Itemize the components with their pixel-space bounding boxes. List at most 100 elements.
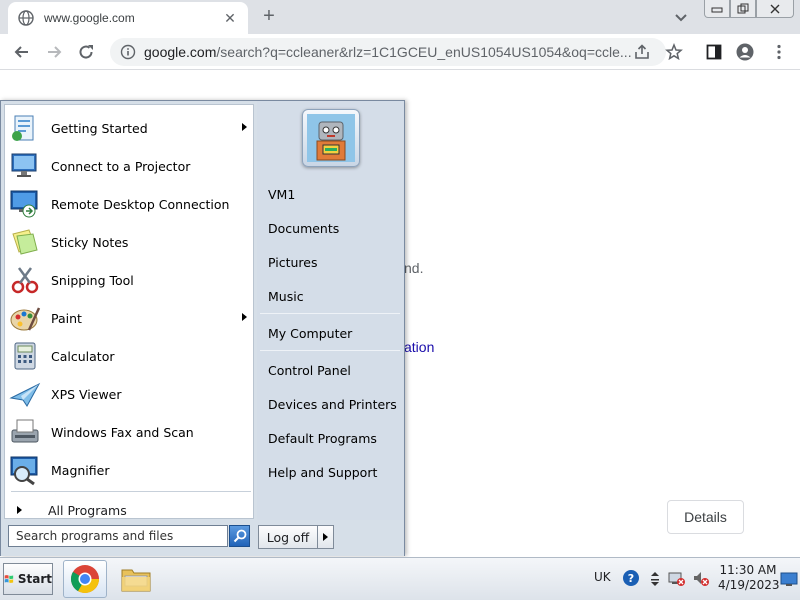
minimize-button[interactable]: [704, 0, 730, 18]
program-label: Snipping Tool: [51, 272, 134, 288]
browser-tab-strip: www.google.com ✕ +: [0, 0, 800, 34]
place-control-panel[interactable]: Control Panel: [264, 357, 400, 383]
windows-flag-icon: [4, 575, 14, 583]
place-music[interactable]: Music: [264, 283, 400, 309]
new-tab-button[interactable]: +: [258, 6, 280, 28]
program-label: Getting Started: [51, 120, 148, 136]
start-button[interactable]: Start: [3, 563, 53, 595]
robot-avatar-icon: [307, 114, 355, 162]
tab-search-chevron-icon[interactable]: [672, 8, 690, 26]
browser-tab[interactable]: www.google.com ✕: [8, 2, 248, 34]
side-panel-icon[interactable]: [705, 43, 723, 61]
url-path: /search?q=ccleaner&rlz=1C1GCEU_enUS1054U…: [216, 44, 632, 60]
all-programs-label: All Programs: [48, 502, 127, 518]
program-paint[interactable]: Paint: [9, 300, 253, 336]
url-text: google.com/search?q=ccleaner&rlz=1C1GCEU…: [144, 44, 656, 60]
forward-button[interactable]: [42, 40, 66, 64]
place-devices-printers[interactable]: Devices and Printers: [264, 391, 400, 417]
chrome-icon: [71, 565, 99, 593]
svg-text:?: ?: [628, 572, 634, 585]
program-label: Remote Desktop Connection: [51, 196, 230, 212]
back-button[interactable]: [10, 40, 34, 64]
program-connect-projector[interactable]: Connect to a Projector: [9, 148, 253, 184]
place-my-computer[interactable]: My Computer: [264, 320, 400, 346]
projector-icon: [11, 153, 37, 177]
network-disconnected-icon[interactable]: [668, 569, 686, 587]
shutdown-options-button[interactable]: [318, 525, 334, 549]
start-menu-places-pane: VM1 Documents Pictures Music My Computer…: [257, 101, 404, 521]
start-search-button[interactable]: [229, 525, 250, 547]
address-bar[interactable]: google.com/search?q=ccleaner&rlz=1C1GCEU…: [110, 38, 666, 66]
tab-title: www.google.com: [44, 11, 135, 25]
places-divider: [260, 313, 400, 314]
place-vm1[interactable]: VM1: [264, 181, 400, 207]
restore-icon: [737, 3, 749, 14]
place-help-support[interactable]: Help and Support: [264, 459, 400, 485]
user-picture[interactable]: [302, 109, 360, 167]
start-search-input[interactable]: Search programs and files: [8, 525, 228, 547]
snipping-tool-icon: [11, 267, 39, 294]
system-clock[interactable]: 11:30 AM 4/19/2023: [718, 563, 780, 593]
language-indicator[interactable]: UK: [594, 570, 611, 584]
reload-button[interactable]: [74, 40, 98, 64]
magnifier-icon: [10, 456, 38, 486]
kebab-menu-icon[interactable]: [770, 43, 788, 61]
program-remote-desktop[interactable]: Remote Desktop Connection: [9, 186, 253, 222]
taskbar-chrome-button[interactable]: [63, 560, 107, 598]
restore-button[interactable]: [730, 0, 756, 18]
program-label: Paint: [51, 310, 82, 326]
program-label: Connect to a Projector: [51, 158, 191, 174]
program-label: Calculator: [51, 348, 115, 364]
program-getting-started[interactable]: Getting Started: [9, 110, 253, 146]
place-pictures[interactable]: Pictures: [264, 249, 400, 275]
forward-arrow-icon: [48, 46, 62, 58]
program-snipping-tool[interactable]: Snipping Tool: [9, 262, 253, 298]
program-label: Magnifier: [51, 462, 110, 478]
details-button[interactable]: Details: [667, 500, 744, 534]
volume-muted-icon[interactable]: [692, 569, 710, 587]
places-divider: [260, 350, 400, 351]
place-label: Devices and Printers: [268, 396, 397, 412]
program-calculator[interactable]: Calculator: [9, 338, 253, 374]
page-link-fragment[interactable]: ation: [404, 339, 434, 355]
program-label: Windows Fax and Scan: [51, 424, 194, 440]
submenu-arrow-icon: [242, 123, 247, 131]
tray-overflow-icon[interactable]: [646, 569, 664, 587]
page-text-fragment: nd.: [404, 260, 424, 276]
program-label: XPS Viewer: [51, 386, 122, 402]
programs-divider: [11, 491, 251, 492]
start-menu: Getting Started Connect to a Projector R…: [0, 100, 405, 556]
program-sticky-notes[interactable]: Sticky Notes: [9, 224, 253, 260]
place-label: Help and Support: [268, 464, 378, 480]
close-tab-icon[interactable]: ✕: [222, 10, 238, 27]
place-label: My Computer: [268, 325, 353, 341]
program-magnifier[interactable]: Magnifier: [9, 452, 253, 488]
close-window-button[interactable]: [756, 0, 794, 18]
program-xps-viewer[interactable]: XPS Viewer: [9, 376, 253, 412]
profile-avatar-icon[interactable]: [736, 43, 754, 61]
help-icon[interactable]: ?: [622, 569, 640, 587]
reload-icon: [79, 45, 93, 59]
xps-viewer-icon: [9, 382, 41, 407]
place-documents[interactable]: Documents: [264, 215, 400, 241]
start-menu-bottom-strip: Search programs and files Log off: [1, 520, 404, 556]
taskbar-explorer-button[interactable]: [114, 560, 158, 598]
bookmark-star-icon[interactable]: [665, 43, 683, 61]
folder-icon: [121, 569, 151, 592]
program-fax-scan[interactable]: Windows Fax and Scan: [9, 414, 253, 450]
place-label: Music: [268, 288, 304, 304]
place-label: Control Panel: [268, 362, 351, 378]
share-icon[interactable]: [633, 43, 651, 61]
show-desktop-icon[interactable]: [780, 570, 798, 588]
clock-date: 4/19/2023: [718, 578, 780, 592]
url-host: google.com: [144, 44, 217, 60]
getting-started-icon: [12, 115, 34, 141]
all-programs-button[interactable]: All Programs: [9, 499, 253, 521]
site-info-icon[interactable]: [120, 44, 136, 60]
browser-toolbar: google.com/search?q=ccleaner&rlz=1C1GCEU…: [0, 34, 800, 70]
log-off-button[interactable]: Log off: [258, 525, 318, 549]
clock-time: 11:30 AM: [719, 563, 777, 577]
paint-icon: [10, 307, 41, 331]
right-arrow-icon: [323, 533, 328, 541]
place-default-programs[interactable]: Default Programs: [264, 425, 400, 451]
